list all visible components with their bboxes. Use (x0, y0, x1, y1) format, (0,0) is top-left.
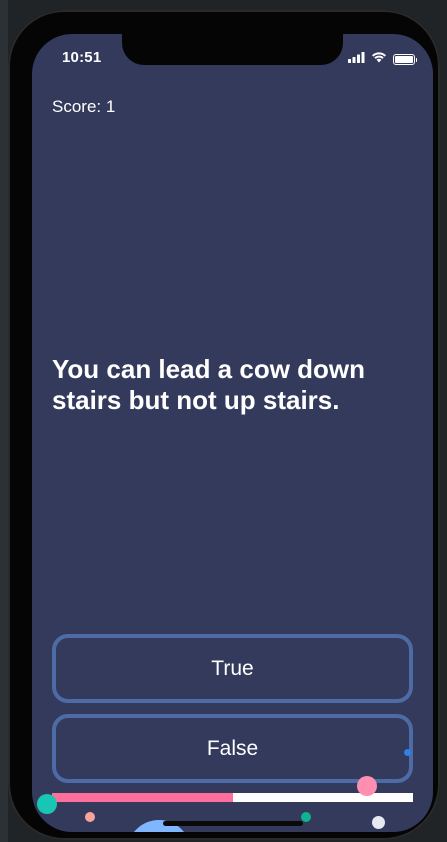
device-notch (122, 34, 343, 65)
status-icons (348, 50, 417, 68)
app-screen: 10:51 Score: 1 You can lead a cow down s… (32, 34, 433, 832)
confetti-dot (357, 776, 377, 796)
home-indicator[interactable] (163, 821, 303, 826)
question-text: You can lead a cow down stairs but not u… (52, 354, 366, 415)
score-label: Score: 1 (52, 97, 116, 116)
false-button[interactable]: False (52, 714, 413, 783)
confetti-dot (85, 812, 95, 822)
signal-icon (348, 50, 365, 68)
progress-bar (52, 793, 413, 802)
confetti-dot (37, 794, 57, 814)
phone-frame: 10:51 Score: 1 You can lead a cow down s… (8, 10, 440, 840)
confetti-dot (301, 812, 311, 822)
true-button[interactable]: True (52, 634, 413, 703)
wifi-icon (371, 50, 387, 68)
editor-edge (0, 0, 8, 842)
battery-icon (393, 53, 417, 65)
progress-fill (52, 793, 233, 802)
confetti-dot (404, 749, 411, 756)
confetti-dot (372, 816, 385, 829)
status-time: 10:51 (62, 49, 102, 66)
